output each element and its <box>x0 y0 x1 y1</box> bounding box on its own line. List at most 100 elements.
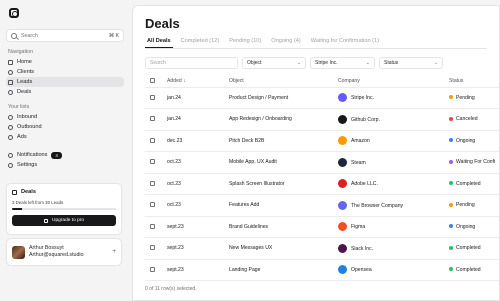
row-checkbox[interactable] <box>150 159 155 165</box>
cell-status: Completed <box>449 237 499 260</box>
user-card[interactable]: Arthur Bossuyt Arthur@squared.studio + <box>6 238 122 266</box>
company-filter-select[interactable]: Stripe Inc. ⌄ <box>310 57 375 69</box>
sidebar-item-label: Outbound <box>17 124 42 130</box>
cell-object: Splash Screen Illustrator <box>229 173 338 195</box>
sidebar-item-label: Clients <box>17 69 35 75</box>
company-logo-icon <box>338 157 347 167</box>
row-checkbox[interactable] <box>150 223 155 229</box>
table-row[interactable]: oct.23 Mobile App, UX Audit Steam Waiting F… <box>145 151 499 174</box>
expand-icon[interactable]: + <box>112 249 116 255</box>
company-logo-icon <box>338 200 347 210</box>
company-logo-icon <box>338 243 347 253</box>
table-row[interactable]: jan.24 App Redesign / Onboarding Github Co… <box>145 108 499 131</box>
avatar <box>12 245 25 259</box>
table-row[interactable]: sept.23 Landing Page Opensea Completed <box>145 259 499 281</box>
tab-ongoing[interactable]: Ongoing (4) <box>269 38 303 48</box>
cell-added: oct.23 <box>167 151 229 174</box>
sidebar-item-leads[interactable]: Leads <box>6 77 124 87</box>
table-row[interactable]: oct.23 Features Add The Browser Company Pen… <box>145 194 499 217</box>
status-filter-value: Status <box>384 60 399 66</box>
cell-status: Completed <box>449 259 499 281</box>
table-row[interactable]: sept.23 New Messages UX Slack Inc. Complete… <box>145 237 499 260</box>
tab-pending[interactable]: Pending (10) <box>227 38 263 48</box>
sidebar-item-ads[interactable]: Ads <box>6 132 124 142</box>
column-company: Company <box>338 75 449 88</box>
row-select-cell <box>145 194 167 217</box>
deal-tabs: All Deals Completed (12) Pending (10) On… <box>145 38 487 49</box>
company-name: Opensea <box>351 267 372 274</box>
cell-object: Mobile App, UX Audit <box>229 151 338 174</box>
company-logo-icon <box>338 136 347 146</box>
selection-count: 0 of 11 row(s) selected. <box>145 286 197 292</box>
status-dot-icon <box>449 159 453 164</box>
company-logo-icon <box>338 222 347 232</box>
app-logo-icon[interactable] <box>9 8 19 18</box>
table-row[interactable]: jan.24 Product Design / Payment Stripe Inc… <box>145 87 499 109</box>
sidebar-item-home[interactable]: Home <box>6 57 124 67</box>
row-select-cell <box>145 237 167 260</box>
upgrade-button[interactable]: Upgrade to pro <box>12 215 116 226</box>
tab-all-deals[interactable]: All Deals <box>145 38 173 48</box>
sidebar-item-label: Deals <box>17 89 32 95</box>
user-name: Arthur Bossuyt <box>29 245 64 251</box>
tab-completed[interactable]: Completed (12) <box>179 38 222 48</box>
table-row[interactable]: dec.23 Pitch Deck B2B Amazon Ongoing <box>145 130 499 152</box>
tab-waiting[interactable]: Waiting for Confirmation (1) <box>309 38 381 48</box>
cell-status: Pending <box>449 194 499 217</box>
status-dot-icon <box>449 95 453 100</box>
cell-company: Opensea <box>338 259 449 281</box>
deals-icon <box>8 89 13 95</box>
row-checkbox[interactable] <box>150 266 155 272</box>
row-select-cell <box>145 173 167 195</box>
table-row[interactable]: oct.23 Splash Screen Illustrator Adobe LLC… <box>145 173 499 195</box>
object-filter-select[interactable]: Object ⌄ <box>242 57 306 69</box>
company-name: Adobe LLC. <box>351 181 378 188</box>
status-label: Completed <box>456 266 481 273</box>
company-logo-icon <box>338 179 347 189</box>
row-checkbox[interactable] <box>150 180 155 186</box>
sidebar-item-outbound[interactable]: Outbound <box>6 122 124 132</box>
column-added[interactable]: Added ↓ <box>167 75 229 88</box>
row-select-cell <box>145 259 167 281</box>
cell-company: Figma <box>338 216 449 238</box>
row-checkbox[interactable] <box>150 202 155 208</box>
cell-company: Github Corp. <box>338 108 449 131</box>
cell-added: sept.23 <box>167 237 229 260</box>
sidebar-item-label: Notifications <box>17 152 48 158</box>
row-select-cell <box>145 87 167 109</box>
cell-object: Features Add <box>229 194 338 217</box>
table-row[interactable]: sept.23 Brand Guidelines Figma Ongoing <box>145 216 499 238</box>
row-checkbox[interactable] <box>150 137 155 143</box>
sidebar-item-settings[interactable]: Settings <box>6 160 124 170</box>
status-filter-select[interactable]: Status ⌄ <box>379 57 443 69</box>
deals-search-input[interactable]: Search <box>145 57 238 69</box>
navigation-label: Navigation <box>8 49 34 55</box>
ads-icon <box>8 134 13 140</box>
chevron-down-icon: ⌄ <box>365 60 370 66</box>
row-checkbox[interactable] <box>150 116 155 122</box>
cell-company: Steam <box>338 151 449 174</box>
cell-company: The Browser Company <box>338 194 449 217</box>
cell-status: Canceled <box>449 108 499 131</box>
row-checkbox[interactable] <box>150 94 155 100</box>
sidebar-item-clients[interactable]: Clients <box>6 67 124 77</box>
select-all-checkbox[interactable] <box>150 77 155 83</box>
cell-added: jan.24 <box>167 108 229 131</box>
status-label: Ongoing <box>456 223 476 230</box>
row-checkbox[interactable] <box>150 245 155 251</box>
cell-company: Slack Inc. <box>338 237 449 260</box>
status-label: Pending <box>456 94 475 101</box>
user-info: Arthur Bossuyt Arthur@squared.studio <box>29 245 84 259</box>
page-title: Deals <box>145 16 180 31</box>
sidebar-item-inbound[interactable]: Inbound <box>6 112 124 122</box>
cell-object: Landing Page <box>229 259 338 281</box>
status-label: Canceled <box>456 116 478 123</box>
search-shortcut: ⌘ K <box>108 32 119 39</box>
sidebar-item-deals[interactable]: Deals <box>6 87 124 97</box>
company-name: Amazon <box>351 138 370 145</box>
sidebar-search[interactable]: Search ⌘ K <box>6 29 124 42</box>
cell-added: sept.23 <box>167 259 229 281</box>
sidebar-item-notifications[interactable]: Notifications 4 <box>6 150 124 160</box>
cell-added: dec.23 <box>167 130 229 152</box>
status-label: Ongoing <box>456 137 476 144</box>
